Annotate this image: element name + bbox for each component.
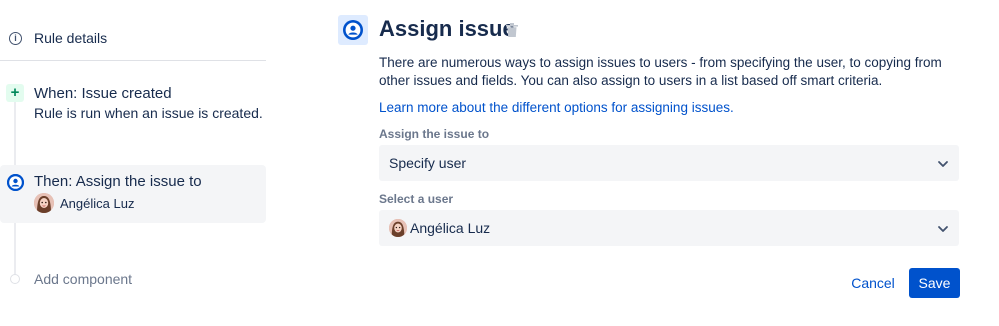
plus-icon: + — [6, 84, 24, 102]
rule-details-item[interactable]: i Rule details — [0, 22, 266, 60]
assign-select[interactable]: Specify user — [379, 145, 959, 181]
user-circle-icon — [7, 174, 24, 191]
chevron-down-icon — [937, 222, 949, 234]
avatar — [34, 193, 54, 213]
description-text: There are numerous ways to assign issues… — [379, 55, 942, 88]
divider — [0, 60, 266, 61]
rule-details-label: Rule details — [34, 30, 108, 46]
action-user-name: Angélica Luz — [60, 196, 135, 211]
user-field-label: Select a user — [379, 192, 454, 206]
trash-icon[interactable] — [506, 23, 518, 37]
rule-sidebar: i Rule details + When: Issue created Rul… — [0, 0, 266, 326]
add-component-link[interactable]: Add component — [34, 271, 132, 287]
info-icon: i — [9, 32, 22, 45]
assign-field-label: Assign the issue to — [379, 127, 490, 141]
user-select[interactable]: Angélica Luz — [379, 210, 959, 246]
assign-select-value: Specify user — [389, 155, 467, 171]
page-title: Assign issue — [379, 16, 515, 41]
trigger-component[interactable]: + When: Issue created Rule is run when a… — [0, 80, 266, 130]
save-button[interactable]: Save — [909, 268, 960, 298]
trigger-title: When: Issue created — [34, 85, 172, 102]
avatar — [389, 219, 407, 237]
user-circle-icon — [338, 15, 368, 45]
add-component-dot — [10, 274, 20, 284]
learn-more-link[interactable]: Learn more about the different options f… — [379, 100, 734, 115]
user-select-value: Angélica Luz — [410, 220, 491, 236]
action-title: Then: Assign the issue to — [34, 173, 202, 190]
action-component[interactable]: Then: Assign the issue to Angélica Luz — [0, 165, 266, 223]
chevron-down-icon — [937, 157, 949, 169]
trigger-description: Rule is run when an issue is created. — [34, 105, 263, 121]
cancel-button[interactable]: Cancel — [845, 268, 901, 298]
